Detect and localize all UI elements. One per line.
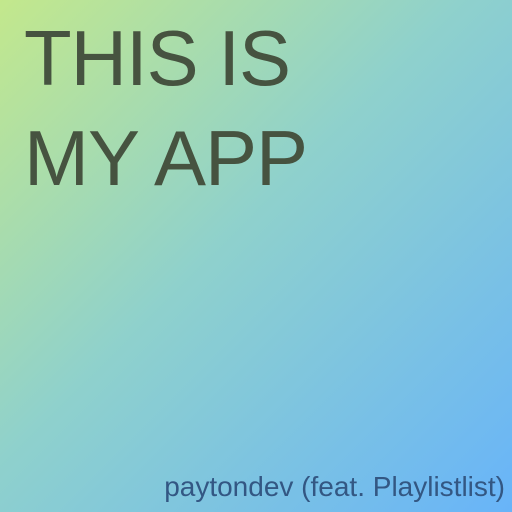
credit-text: paytondev (feat. Playlistlist)	[164, 471, 505, 502]
cover-title-line-1: THIS IS	[24, 14, 291, 102]
cover-title: THIS IS MY APP	[24, 8, 494, 208]
cover-title-line-2: MY APP	[24, 114, 308, 202]
app-cover: THIS IS MY APP paytondev (feat. Playlist…	[0, 0, 512, 512]
